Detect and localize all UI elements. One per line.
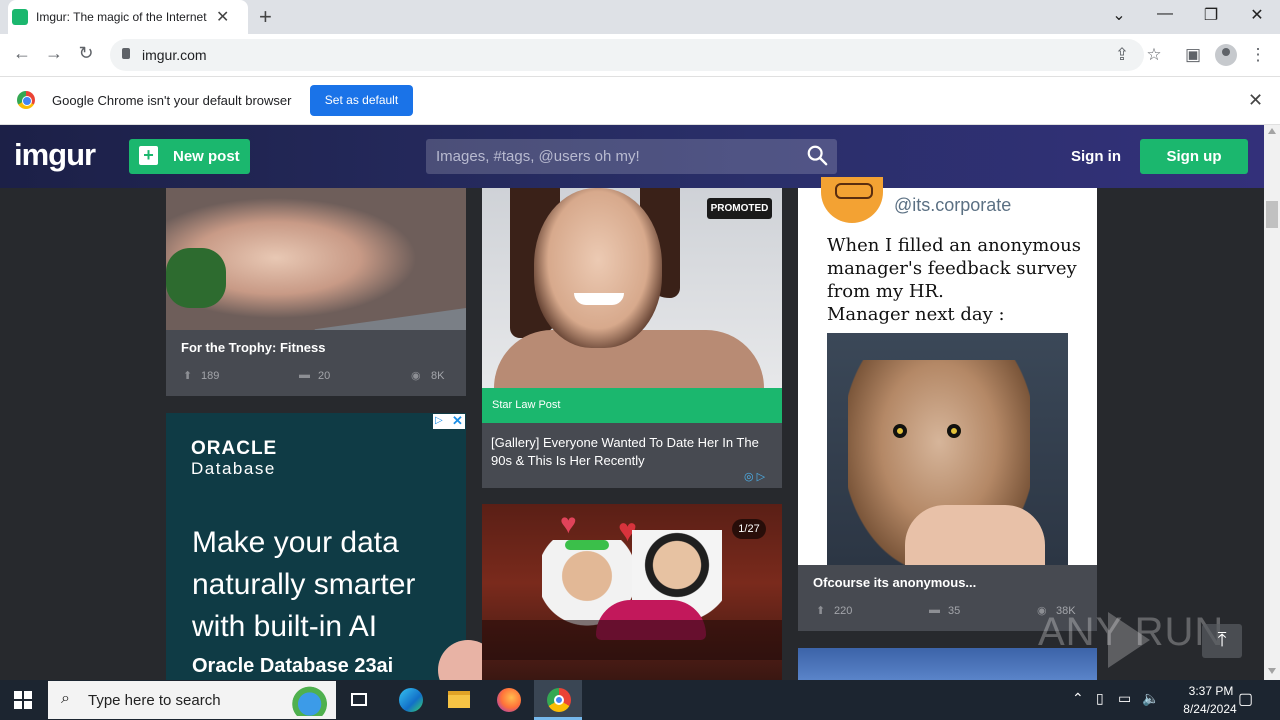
- upvote-count: 189: [201, 370, 220, 382]
- meme-handle: @its.corporate: [894, 195, 1012, 215]
- firefox-icon[interactable]: [484, 680, 532, 720]
- scroll-up-icon[interactable]: [1268, 128, 1276, 134]
- side-panel-icon[interactable]: ▣: [1182, 45, 1204, 65]
- post-title[interactable]: For the Trophy: Fitness: [181, 340, 325, 355]
- gallery-counter-badge: 1/27: [732, 519, 766, 539]
- upvote-icon: ⬆: [816, 605, 826, 617]
- sign-in-link[interactable]: Sign in: [1071, 148, 1121, 165]
- ad-product: Database: [191, 459, 276, 478]
- image-detail: [947, 424, 961, 438]
- comment-icon: ▬: [299, 369, 310, 381]
- post-thumbnail[interactable]: [166, 188, 466, 330]
- ad-cta[interactable]: Oracle Database 23ai: [192, 655, 393, 678]
- forward-icon[interactable]: →: [42, 43, 66, 64]
- file-explorer-icon[interactable]: [435, 680, 483, 720]
- image-detail: [574, 293, 624, 305]
- plus-icon: +: [139, 146, 158, 165]
- search-icon[interactable]: ⌕: [61, 690, 70, 708]
- task-view-icon[interactable]: [336, 680, 384, 720]
- lock-icon[interactable]: [122, 48, 130, 59]
- url-text[interactable]: imgur.com: [142, 47, 207, 63]
- set-as-default-button[interactable]: Set as default: [310, 85, 413, 116]
- infobar-close-icon[interactable]: ✕: [1248, 90, 1263, 111]
- window-close-icon[interactable]: ✕: [1242, 5, 1272, 25]
- comment-icon: ▬: [929, 604, 940, 616]
- menu-kebab-icon[interactable]: ⋮: [1247, 45, 1269, 65]
- tab-search-icon[interactable]: ⌄: [1104, 5, 1134, 25]
- clock-time[interactable]: 3:37 PM: [1175, 684, 1247, 698]
- adchoices-icon[interactable]: ▷: [435, 415, 443, 426]
- back-icon[interactable]: ←: [10, 43, 34, 64]
- imgur-logo[interactable]: imgur: [14, 137, 96, 173]
- notification-icon[interactable]: ▢: [1238, 689, 1253, 709]
- tray-chevron-icon[interactable]: ⌃: [1072, 690, 1084, 707]
- views-eye-icon: ◉: [411, 370, 421, 382]
- scrollbar-thumb[interactable]: [1266, 201, 1278, 228]
- new-tab-icon[interactable]: +: [259, 4, 272, 30]
- chrome-logo-icon: [17, 91, 35, 109]
- adchoices-icon[interactable]: ◎ ▷: [744, 470, 765, 483]
- tab-title: Imgur: The magic of the Internet: [36, 10, 207, 24]
- windows-start-icon[interactable]: [14, 691, 32, 709]
- comment-count: 35: [948, 605, 961, 617]
- upvote-icon: ⬆: [183, 370, 193, 382]
- sign-up-button[interactable]: Sign up: [1140, 139, 1248, 174]
- search-input[interactable]: [426, 139, 837, 174]
- restore-icon[interactable]: ❐: [1196, 5, 1226, 25]
- promoted-badge: PROMOTED: [707, 198, 772, 219]
- upvote-count: 220: [834, 605, 853, 617]
- edge-icon[interactable]: [386, 680, 434, 720]
- scroll-down-icon[interactable]: [1268, 668, 1276, 674]
- new-post-label[interactable]: New post: [173, 148, 240, 165]
- comment-count: 20: [318, 370, 331, 382]
- image-caption-overlay: [482, 620, 782, 660]
- back-to-top-icon[interactable]: ⤒: [1202, 624, 1242, 658]
- address-bar[interactable]: [110, 39, 1144, 71]
- ad-brand: ORACLE: [191, 438, 278, 459]
- ad-close-icon[interactable]: ✕: [452, 413, 463, 429]
- promoted-source[interactable]: Star Law Post: [492, 399, 560, 411]
- share-icon[interactable]: ⇪: [1111, 45, 1133, 65]
- image-detail: [565, 540, 609, 550]
- meme-text: When I filled an anonymous manager's fee…: [827, 235, 1082, 325]
- volume-icon[interactable]: 🔈: [1142, 690, 1159, 707]
- post-title[interactable]: Ofcourse its anonymous...: [813, 575, 976, 590]
- image-detail: [905, 505, 1045, 565]
- minimize-icon[interactable]: —: [1150, 5, 1180, 23]
- infobar-message: Google Chrome isn't your default browser: [52, 93, 292, 108]
- battery-icon[interactable]: ▯: [1096, 690, 1104, 707]
- chrome-taskbar-icon[interactable]: [534, 680, 582, 720]
- image-detail: [893, 424, 907, 438]
- network-icon[interactable]: ▭: [1118, 690, 1131, 707]
- taskbar-search-placeholder[interactable]: Type here to search: [88, 692, 221, 709]
- ad-headline: Make your data naturally smarter with bu…: [192, 526, 416, 643]
- search-highlight-icon[interactable]: [276, 686, 332, 716]
- view-count: 8K: [431, 370, 445, 382]
- anyrun-watermark: ANY RUN: [1038, 610, 1225, 654]
- profile-avatar-icon[interactable]: [1215, 44, 1237, 66]
- search-icon[interactable]: [806, 144, 828, 166]
- reload-icon[interactable]: ↻: [74, 43, 98, 64]
- imgur-favicon-icon: [12, 9, 28, 25]
- tab-close-icon[interactable]: ✕: [216, 7, 229, 27]
- bookmark-star-icon[interactable]: ☆: [1143, 45, 1165, 65]
- image-detail: [534, 188, 662, 348]
- post-title[interactable]: [Gallery] Everyone Wanted To Date Her In…: [491, 434, 761, 470]
- image-detail: ♥: [560, 508, 577, 539]
